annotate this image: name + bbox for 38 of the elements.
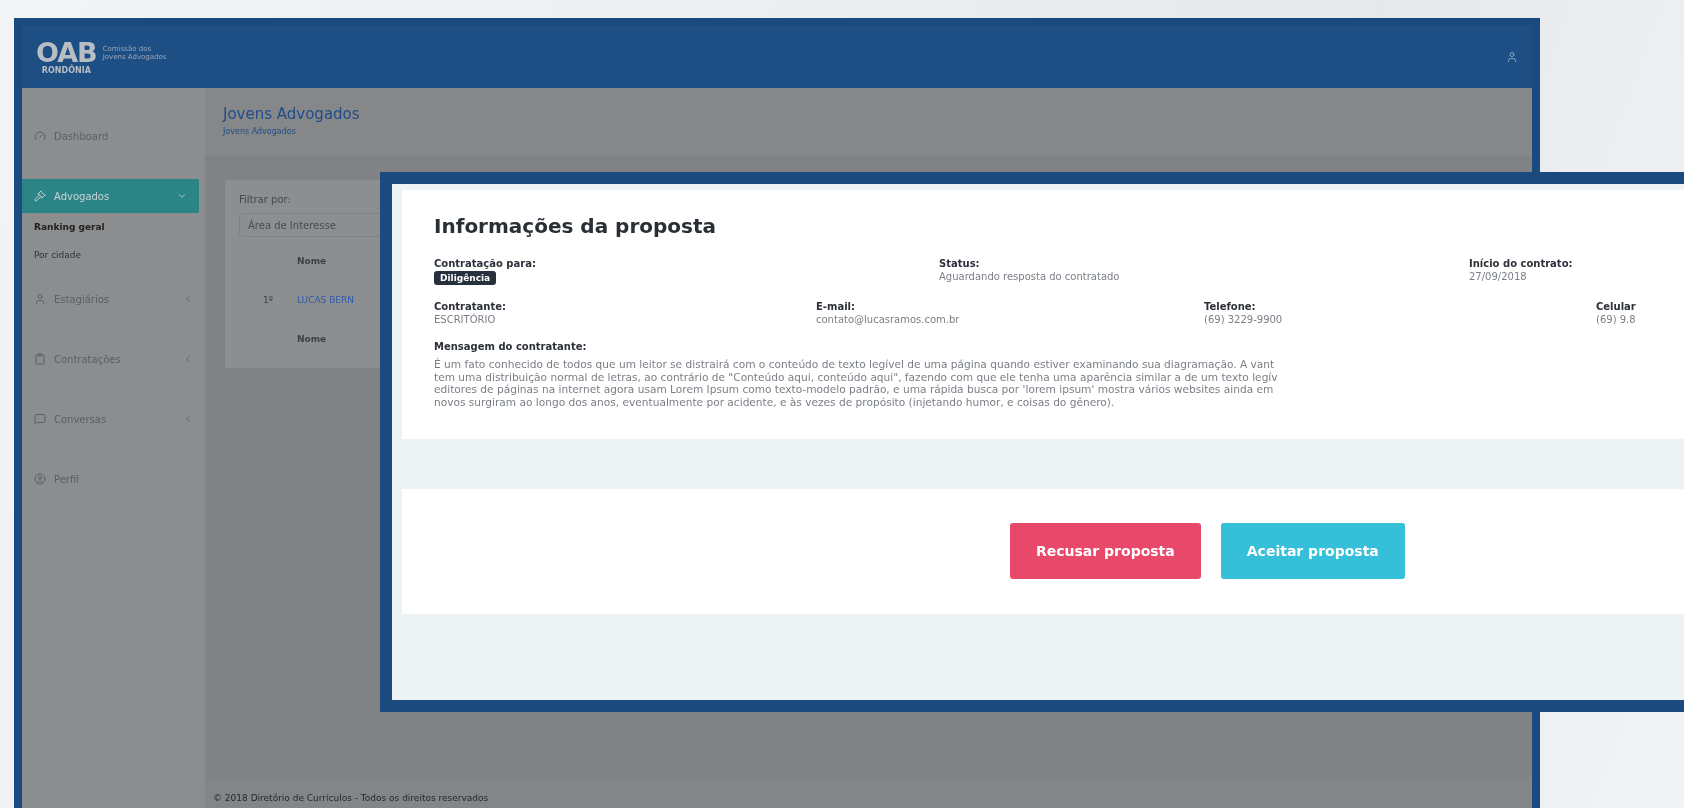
breadcrumb-link[interactable]: Jovens Advogados <box>223 127 1514 136</box>
field-value: ESCRITÓRIO <box>434 314 496 325</box>
copyright-text: © 2018 Diretório de Currículos - Todos os direitos reservados <box>213 793 489 803</box>
message-label: Mensagem do contratante: <box>434 341 587 352</box>
user-icon <box>34 293 46 305</box>
field-label: Telefone: <box>1204 301 1256 312</box>
field-label: Status: <box>939 258 980 269</box>
chat-bubble-icon <box>34 413 46 425</box>
field-value: Aguardando resposta do contratado <box>939 271 1120 282</box>
column-header: Nome <box>297 255 327 266</box>
field-value: (69) 9.8 <box>1596 314 1636 325</box>
field-value: (69) 3229-9900 <box>1204 314 1283 325</box>
field-label: Contratante: <box>434 301 506 312</box>
service-tag: Diligência <box>434 271 497 285</box>
field-label: E-mail: <box>816 301 855 312</box>
field-label: Início do contrato: <box>1469 258 1573 269</box>
gavel-icon <box>34 190 46 202</box>
logo-region: RONDÔNIA <box>41 66 91 75</box>
message-text: É um fato conhecido de todos que um leitor se distrairá com o conteúdo de texto legível de uma página quando estiver examinando sua diagramação. A vant tem uma distribuição normal de letras, ao contrário de "Conteúdo aqui, conteúdo aqui", fazendo com que ele tenha uma aparência similar a de um texto legív editores de páginas na internet agora usam Lorem Ipsum como texto-modelo padrão, e uma rápida busca por 'lorem ipsum' mostra vários websites ainda em novos surgiram ao longo dos anos, eventualmente por acidente, e às vezes de propósito (injetando humor, e coisas do gênero). <box>434 358 1278 409</box>
field-value: contato@lucasramos.com.br <box>816 314 960 325</box>
field-label: Contratação para: <box>434 258 536 269</box>
accept-button[interactable]: Aceitar proposta <box>1220 523 1405 580</box>
filter-label: Filtrar por: <box>239 194 292 205</box>
user-circle-icon <box>34 473 46 485</box>
reject-button[interactable]: Recusar proposta <box>1010 523 1201 580</box>
user-icon[interactable] <box>1506 51 1518 63</box>
submenu-item[interactable]: Por cidade <box>22 241 205 269</box>
clipboard-icon <box>34 353 46 365</box>
rank-cell-text: 1º <box>262 294 274 305</box>
page-title: Jovens Advogados <box>223 105 361 123</box>
proposal-title: Informações da proposta <box>434 214 718 238</box>
submenu-item[interactable]: Ranking geral <box>22 213 205 241</box>
name-link[interactable]: LUCAS BERN <box>297 294 354 305</box>
field-value: 27/09/2018 <box>1469 271 1527 282</box>
gauge-icon <box>34 130 46 142</box>
sidebar-item[interactable]: Advogados <box>22 179 199 213</box>
column-footer: Nome <box>297 333 327 344</box>
field-label: Celular <box>1596 301 1636 312</box>
